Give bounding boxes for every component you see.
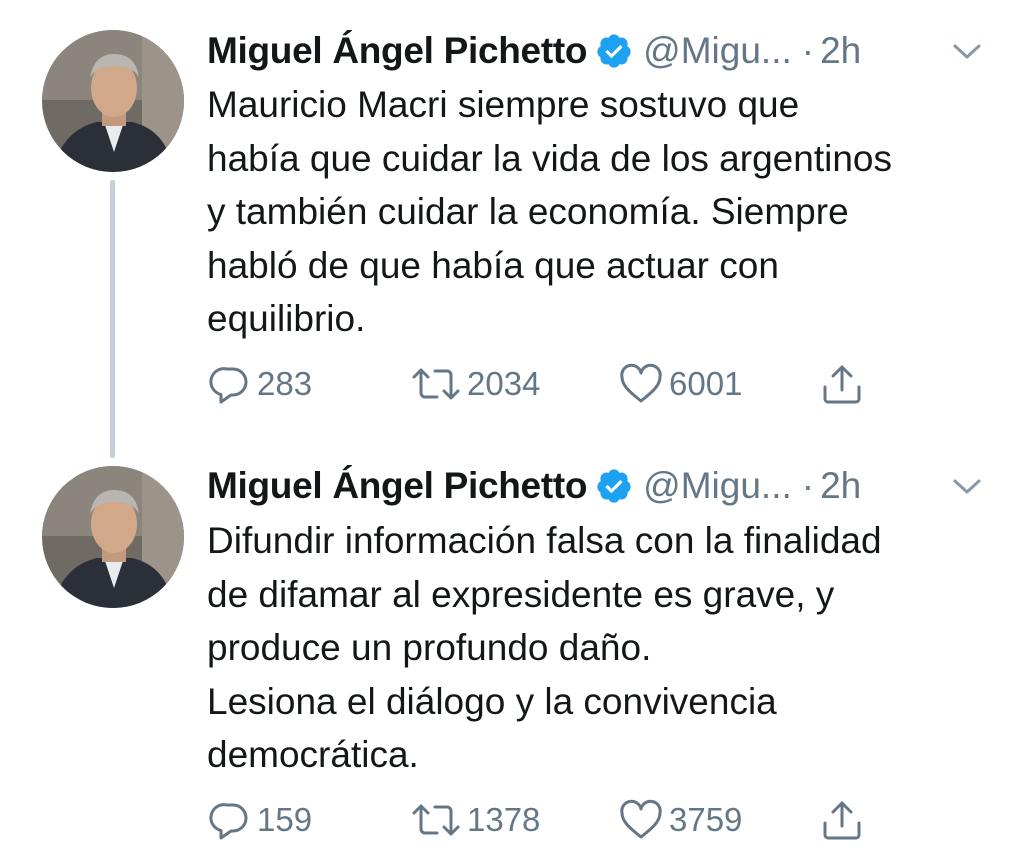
reply-button[interactable]: 283 xyxy=(207,360,312,408)
retweet-button[interactable]: 1378 xyxy=(409,796,540,844)
chevron-down-icon[interactable] xyxy=(948,475,986,499)
timestamp[interactable]: 2h xyxy=(820,26,861,76)
reply-button[interactable]: 159 xyxy=(207,796,312,844)
like-button[interactable]: 3759 xyxy=(617,796,742,844)
avatar[interactable] xyxy=(42,30,184,172)
share-button[interactable] xyxy=(819,796,865,844)
retweet-count: 2034 xyxy=(467,365,541,402)
tweet[interactable]: Miguel Ángel Pichetto @Migu... · 2h Maur… xyxy=(0,0,1024,458)
reply-count: 283 xyxy=(257,365,313,402)
verified-badge-icon xyxy=(595,32,633,70)
tweet-header: Miguel Ángel Pichetto @Migu... · 2h xyxy=(207,26,861,76)
like-icon xyxy=(617,361,665,407)
retweet-count: 1378 xyxy=(467,801,541,838)
tweet-text: Difundir información falsa con la finali… xyxy=(207,520,882,775)
display-name[interactable]: Miguel Ángel Pichetto xyxy=(207,26,587,76)
like-count: 6001 xyxy=(669,365,743,402)
reply-count: 159 xyxy=(257,801,313,838)
separator-dot: · xyxy=(801,30,815,71)
share-icon xyxy=(819,361,865,407)
tweet-text: Mauricio Macri siempre sostuvo que había… xyxy=(207,84,892,339)
retweet-button[interactable]: 2034 xyxy=(409,360,540,408)
user-handle[interactable]: @Migu... xyxy=(643,26,792,76)
avatar[interactable] xyxy=(42,466,184,608)
user-handle[interactable]: @Migu... xyxy=(643,461,792,511)
retweet-icon xyxy=(409,797,463,843)
chevron-down-icon[interactable] xyxy=(948,40,986,64)
like-icon xyxy=(617,797,665,843)
retweet-icon xyxy=(409,361,463,407)
tweet-actions: 283 2034 6001 xyxy=(207,360,907,408)
like-button[interactable]: 6001 xyxy=(617,360,742,408)
tweet-header: Miguel Ángel Pichetto @Migu... · 2h xyxy=(207,461,861,511)
like-count: 3759 xyxy=(669,801,743,838)
tweet-actions: 159 1378 3759 xyxy=(207,796,907,844)
tweet[interactable]: Miguel Ángel Pichetto @Migu... · 2h Difu… xyxy=(0,430,1024,862)
thread-connector-line xyxy=(110,180,115,458)
reply-icon xyxy=(207,797,253,843)
reply-icon xyxy=(207,361,253,407)
display-name[interactable]: Miguel Ángel Pichetto xyxy=(207,461,587,511)
verified-badge-icon xyxy=(595,467,633,505)
separator-dot: · xyxy=(801,465,815,506)
share-icon xyxy=(819,797,865,843)
timestamp[interactable]: 2h xyxy=(820,461,861,511)
share-button[interactable] xyxy=(819,360,865,408)
